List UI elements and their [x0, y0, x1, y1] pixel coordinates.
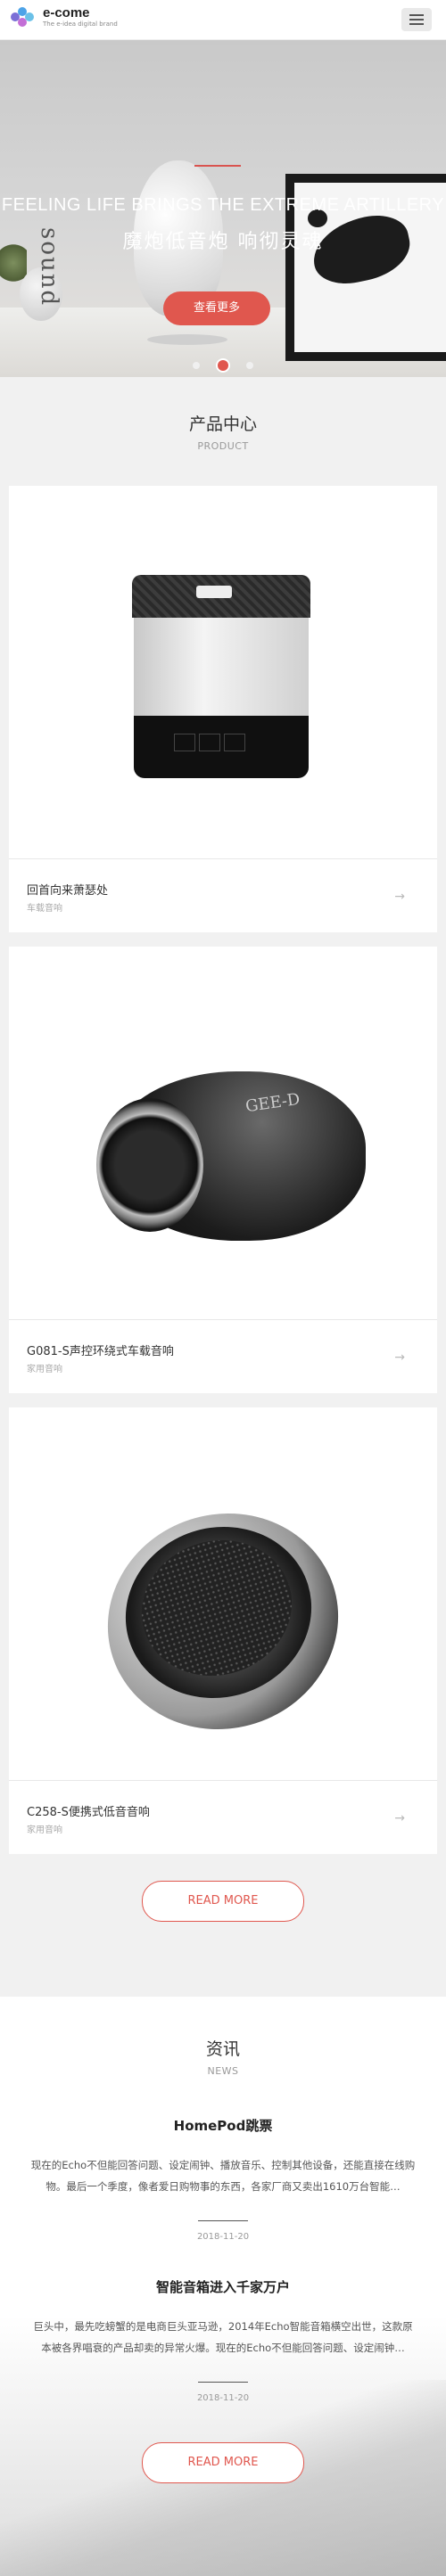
product-card[interactable]: C258-S便携式低音音响 家用音响 → — [9, 1407, 437, 1854]
carousel-dot-active[interactable] — [218, 360, 228, 371]
site-header: e-come The e-idea digital brand — [0, 0, 446, 40]
product-category: 家用音响 — [27, 1825, 62, 1835]
view-more-button[interactable]: 查看更多 — [163, 291, 270, 325]
section-subtitle: PRODUCT — [197, 440, 249, 452]
hero-subtitle: 魔炮低音炮 响彻灵魂 — [122, 231, 324, 253]
product-name[interactable]: 回首向来萧瑟处 — [27, 881, 108, 898]
news-item[interactable]: 智能音箱进入千家万户 巨头中，最先吃螃蟹的是电商巨头亚马逊，2014年Echo智… — [18, 2277, 428, 2403]
news-desc: 巨头中，最先吃螃蟹的是电商巨头亚马逊，2014年Echo智能音箱横空出世，这款原… — [33, 2320, 413, 2354]
news-read-more-button[interactable]: READ MORE — [142, 2442, 304, 2483]
product-category: 家用音响 — [27, 1365, 62, 1374]
speaker-logo — [196, 586, 232, 598]
product-image[interactable] — [9, 486, 437, 858]
arrow-right-icon[interactable]: → — [394, 1811, 405, 1825]
product-section: 产品中心 PRODUCT 回首向来萧瑟处 车载音响 → GEE-D G081-S… — [0, 377, 446, 1997]
product-name[interactable]: G081-S声控环绕式车载音响 — [27, 1341, 174, 1358]
product-card[interactable]: GEE-D G081-S声控环绕式车载音响 家用音响 → — [9, 947, 437, 1393]
arrow-right-icon[interactable]: → — [394, 1350, 405, 1365]
news-desc: 现在的Echo不但能回答问题、设定闹钟、播放音乐、控制其他设备，还能直接在线购物… — [30, 2159, 416, 2193]
hero-title: FEELING LIFE BRINGS THE EXTREME ARTILLER… — [1, 195, 445, 215]
news-title[interactable]: HomePod跳票 — [18, 2116, 428, 2135]
news-section: 资讯 NEWS HomePod跳票 现在的Echo不但能回答问题、设定闹钟、播放… — [0, 1997, 446, 2576]
carousel-dot[interactable] — [246, 362, 253, 369]
hero-accent-line — [194, 165, 241, 167]
speaker-stand — [147, 334, 227, 345]
product-image[interactable]: GEE-D — [9, 947, 437, 1319]
news-date: 2018-11-20 — [196, 2232, 250, 2242]
product-info: G081-S声控环绕式车载音响 家用音响 → — [9, 1319, 437, 1393]
section-subtitle: NEWS — [207, 2065, 239, 2077]
product-info: 回首向来萧瑟处 车载音响 → — [9, 858, 437, 932]
product-info: C258-S便携式低音音响 家用音响 → — [9, 1780, 437, 1854]
arrow-right-icon[interactable]: → — [394, 890, 405, 904]
news-item[interactable]: HomePod跳票 现在的Echo不但能回答问题、设定闹钟、播放音乐、控制其他设… — [18, 2116, 428, 2242]
logo-subtitle: The e-idea digital brand — [43, 20, 118, 28]
speaker-face — [96, 1098, 203, 1232]
product-read-more-button[interactable]: READ MORE — [142, 1881, 304, 1922]
divider — [198, 2220, 248, 2221]
divider — [198, 2382, 248, 2383]
logo-icon — [11, 5, 37, 29]
section-title: 资讯 — [205, 2039, 240, 2059]
product-name[interactable]: C258-S便携式低音音响 — [27, 1802, 150, 1819]
product-category: 车载音响 — [27, 904, 62, 914]
news-title[interactable]: 智能音箱进入千家万户 — [18, 2277, 428, 2296]
speaker-body — [134, 618, 309, 716]
carousel-dot[interactable] — [193, 362, 200, 369]
carousel-dots — [0, 360, 446, 371]
news-date: 2018-11-20 — [196, 2393, 250, 2403]
hero-banner: sound FEELING LIFE BRINGS THE EXTREME AR… — [0, 40, 446, 377]
logo-title: e-come — [43, 4, 90, 21]
hamburger-menu-icon[interactable] — [401, 8, 432, 31]
section-title: 产品中心 — [188, 414, 257, 434]
speaker-buttons — [174, 734, 245, 751]
logo[interactable]: e-come The e-idea digital brand — [11, 5, 118, 29]
product-card[interactable]: 回首向来萧瑟处 车载音响 → — [9, 486, 437, 932]
product-image[interactable] — [9, 1407, 437, 1780]
